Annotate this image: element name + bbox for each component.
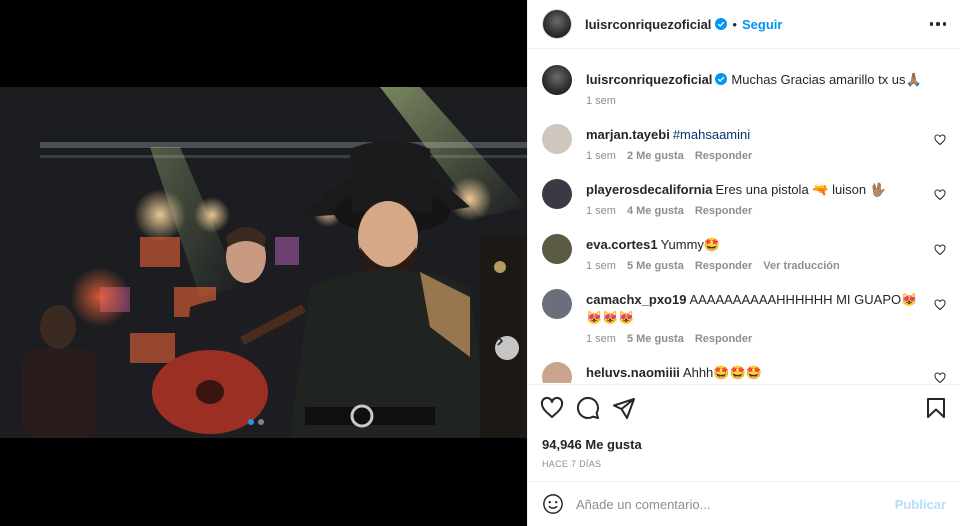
heart-icon[interactable] xyxy=(934,372,946,383)
carousel-dot xyxy=(258,419,264,425)
post-actions: 94,946 Me gusta HACE 7 DÍAS xyxy=(528,384,960,469)
carousel-dot-active xyxy=(248,419,254,425)
comment-username[interactable]: heluvs.naomiiii xyxy=(586,365,680,380)
post-time-ago[interactable]: HACE 7 DÍAS xyxy=(540,459,948,469)
comment-input[interactable] xyxy=(576,496,887,512)
header-separator: • xyxy=(732,16,737,32)
post-media-pane xyxy=(0,0,527,526)
concert-photo-illustration xyxy=(0,87,527,438)
comment-likes[interactable]: 2 Me gusta xyxy=(627,150,684,162)
commenter-avatar[interactable] xyxy=(542,234,572,264)
comment-item: heluvs.naomiiii Ahhh🤩🤩🤩 xyxy=(542,362,946,383)
publish-button[interactable]: Publicar xyxy=(895,497,946,512)
comment-username[interactable]: eva.cortes1 xyxy=(586,237,658,252)
emoji-icon[interactable] xyxy=(542,493,564,515)
commenter-avatar[interactable] xyxy=(542,289,572,319)
comment-item: eva.cortes1 Yummy🤩 1 sem 5 Me gusta Respo… xyxy=(542,234,946,272)
verified-badge-icon xyxy=(715,18,728,30)
post-caption: luisrconriquezoficial Muchas Gracias amar… xyxy=(542,65,946,107)
heart-icon[interactable] xyxy=(540,396,564,420)
see-translation-button[interactable]: Ver traducción xyxy=(763,260,839,272)
comment-time: 1 sem xyxy=(586,150,616,162)
commenter-avatar[interactable] xyxy=(542,124,572,154)
verified-badge-icon xyxy=(715,73,728,85)
carousel-indicator xyxy=(248,419,264,425)
comment-icon[interactable] xyxy=(576,396,600,420)
comment-item: camachx_pxo19 AAAAAAAAAAHHHHHH MI GUAPO😻😻… xyxy=(542,289,946,345)
chevron-right-icon xyxy=(497,336,504,346)
comment-username[interactable]: playerosdecalifornia xyxy=(586,182,712,197)
comment-time: 1 sem xyxy=(586,205,616,217)
more-options-icon[interactable] xyxy=(929,16,946,32)
comment-username[interactable]: marjan.tayebi xyxy=(586,127,670,142)
comment-text: Eres una pistola 🔫 luison 🖖🏽 xyxy=(715,182,886,197)
likes-count[interactable]: 94,946 Me gusta xyxy=(540,437,948,452)
follow-button[interactable]: Seguir xyxy=(742,17,782,32)
post-photo[interactable] xyxy=(0,87,527,438)
carousel-next-button[interactable] xyxy=(495,336,519,360)
comment-username[interactable]: camachx_pxo19 xyxy=(586,292,686,307)
comment-likes[interactable]: 4 Me gusta xyxy=(627,205,684,217)
post-side-panel: luisrconriquezoficial • Seguir luisrconr… xyxy=(527,0,960,526)
comments-list[interactable]: luisrconriquezoficial Muchas Gracias amar… xyxy=(528,50,960,383)
comment-composer: Publicar xyxy=(528,481,960,526)
caption-time: 1 sem xyxy=(586,95,616,107)
heart-icon[interactable] xyxy=(934,299,946,311)
heart-icon[interactable] xyxy=(934,134,946,146)
commenter-avatar[interactable] xyxy=(542,362,572,383)
comment-time: 1 sem xyxy=(586,333,616,345)
comment-likes[interactable]: 5 Me gusta xyxy=(627,333,684,345)
comment-hashtag[interactable]: #mahsaamini xyxy=(673,127,750,142)
author-avatar[interactable] xyxy=(542,9,572,39)
comment-item: marjan.tayebi #mahsaamini 1 sem 2 Me gust… xyxy=(542,124,946,162)
reply-button[interactable]: Responder xyxy=(695,333,752,345)
reply-button[interactable]: Responder xyxy=(695,150,752,162)
comment-text: Ahhh🤩🤩🤩 xyxy=(682,365,762,380)
reply-button[interactable]: Responder xyxy=(695,205,752,217)
commenter-avatar[interactable] xyxy=(542,179,572,209)
bookmark-icon[interactable] xyxy=(924,396,948,420)
heart-icon[interactable] xyxy=(934,244,946,256)
share-icon[interactable] xyxy=(612,396,636,420)
caption-username[interactable]: luisrconriquezoficial xyxy=(586,72,712,87)
comment-time: 1 sem xyxy=(586,260,616,272)
caption-text: Muchas Gracias amarillo tx us🙏🏽 xyxy=(731,72,922,87)
post-header: luisrconriquezoficial • Seguir xyxy=(528,0,960,49)
comment-text: Yummy🤩 xyxy=(660,237,721,252)
comment-likes[interactable]: 5 Me gusta xyxy=(627,260,684,272)
reply-button[interactable]: Responder xyxy=(695,260,752,272)
caption-avatar[interactable] xyxy=(542,65,572,95)
comment-item: playerosdecalifornia Eres una pistola 🔫 l… xyxy=(542,179,946,217)
author-username[interactable]: luisrconriquezoficial xyxy=(585,17,711,32)
heart-icon[interactable] xyxy=(934,189,946,201)
